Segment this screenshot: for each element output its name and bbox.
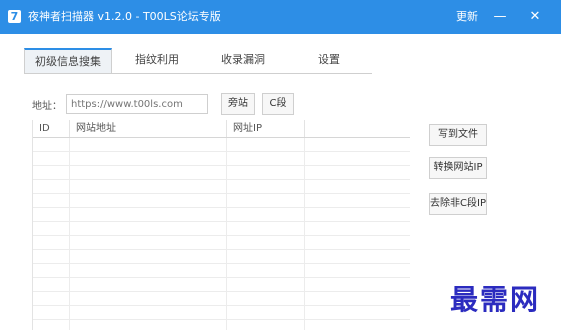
address-label: 地址：: [32, 101, 62, 112]
table-row[interactable]: [33, 278, 410, 292]
table-cell: [33, 194, 70, 208]
table-cell: [70, 222, 227, 236]
table-cell: [70, 166, 227, 180]
table-cell: [305, 222, 410, 236]
table-cell: [70, 306, 227, 320]
table-cell: [33, 306, 70, 320]
table-cell: [227, 138, 305, 152]
table-cell: [305, 250, 410, 264]
update-button[interactable]: 更新: [456, 0, 478, 34]
table-cell: [305, 208, 410, 222]
table-cell: [227, 320, 305, 330]
table-cell: [33, 138, 70, 152]
table-cell: [70, 208, 227, 222]
table-cell: [227, 292, 305, 306]
tab-vulnerabilities[interactable]: 收录漏洞: [202, 47, 284, 73]
table-cell: [227, 306, 305, 320]
table-row[interactable]: [33, 292, 410, 306]
table-row[interactable]: [33, 236, 410, 250]
write-to-file-button[interactable]: 写到文件: [429, 124, 487, 146]
column-header-url[interactable]: 网站地址: [70, 120, 227, 137]
table-row[interactable]: [33, 194, 410, 208]
table-cell: [33, 278, 70, 292]
table-row[interactable]: [33, 264, 410, 278]
table-cell: [305, 292, 410, 306]
table-cell: [33, 250, 70, 264]
table-cell: [305, 166, 410, 180]
table-row[interactable]: [33, 138, 410, 152]
table-cell: [305, 320, 410, 330]
table-header: ID 网站地址 网址IP: [33, 120, 410, 138]
table-cell: [33, 222, 70, 236]
table-cell: [33, 166, 70, 180]
table-row[interactable]: [33, 250, 410, 264]
tab-bar: 初级信息搜集 指纹利用 收录漏洞 设置: [24, 47, 372, 74]
table-row[interactable]: [33, 166, 410, 180]
app-logo-icon: 7: [8, 10, 21, 23]
close-icon[interactable]: ✕: [522, 0, 548, 34]
table-cell: [33, 208, 70, 222]
table-cell: [227, 166, 305, 180]
window-title: 夜神者扫描器 v1.2.0 - T00LS论坛专版: [28, 10, 221, 23]
column-header-id[interactable]: ID: [33, 120, 70, 137]
table-cell: [33, 180, 70, 194]
table-cell: [305, 306, 410, 320]
table-cell: [70, 292, 227, 306]
table-cell: [33, 152, 70, 166]
c-segment-button[interactable]: C段: [262, 93, 294, 115]
tab-fingerprint[interactable]: 指纹利用: [116, 47, 198, 73]
title-bar: 7 夜神者扫描器 v1.2.0 - T00LS论坛专版 更新 — ✕: [0, 0, 561, 34]
table-cell: [70, 180, 227, 194]
tab-basic-info[interactable]: 初级信息搜集: [24, 48, 112, 73]
table-cell: [227, 180, 305, 194]
results-table[interactable]: ID 网站地址 网址IP: [32, 120, 410, 330]
remove-non-c-ip-button[interactable]: 去除非C段IP: [429, 193, 487, 215]
table-cell: [33, 264, 70, 278]
table-cell: [70, 194, 227, 208]
table-cell: [70, 236, 227, 250]
table-row[interactable]: [33, 152, 410, 166]
side-site-button[interactable]: 旁站: [221, 93, 255, 115]
table-cell: [33, 292, 70, 306]
table-cell: [227, 222, 305, 236]
minimize-icon[interactable]: —: [487, 0, 513, 34]
table-cell: [70, 320, 227, 330]
table-cell: [227, 194, 305, 208]
table-cell: [305, 194, 410, 208]
table-cell: [227, 152, 305, 166]
table-cell: [70, 138, 227, 152]
watermark-logo: 最需网: [450, 283, 541, 316]
table-row[interactable]: [33, 222, 410, 236]
table-cell: [70, 152, 227, 166]
table-cell: [33, 236, 70, 250]
table-cell: [227, 250, 305, 264]
table-row[interactable]: [33, 306, 410, 320]
table-cell: [305, 180, 410, 194]
table-cell: [70, 250, 227, 264]
column-header-extra[interactable]: [305, 120, 410, 137]
tab-settings[interactable]: 设置: [288, 47, 370, 73]
table-cell: [227, 278, 305, 292]
table-cell: [305, 152, 410, 166]
column-header-ip[interactable]: 网址IP: [227, 120, 305, 137]
table-cell: [305, 278, 410, 292]
address-input[interactable]: [66, 94, 208, 114]
table-row[interactable]: [33, 320, 410, 330]
table-cell: [227, 236, 305, 250]
table-cell: [33, 320, 70, 330]
table-cell: [70, 278, 227, 292]
table-cell: [70, 264, 227, 278]
table-cell: [227, 264, 305, 278]
table-cell: [227, 208, 305, 222]
table-row[interactable]: [33, 208, 410, 222]
table-cell: [305, 264, 410, 278]
table-row[interactable]: [33, 180, 410, 194]
table-cell: [305, 236, 410, 250]
convert-site-ip-button[interactable]: 转换网站IP: [429, 157, 487, 179]
table-cell: [305, 138, 410, 152]
